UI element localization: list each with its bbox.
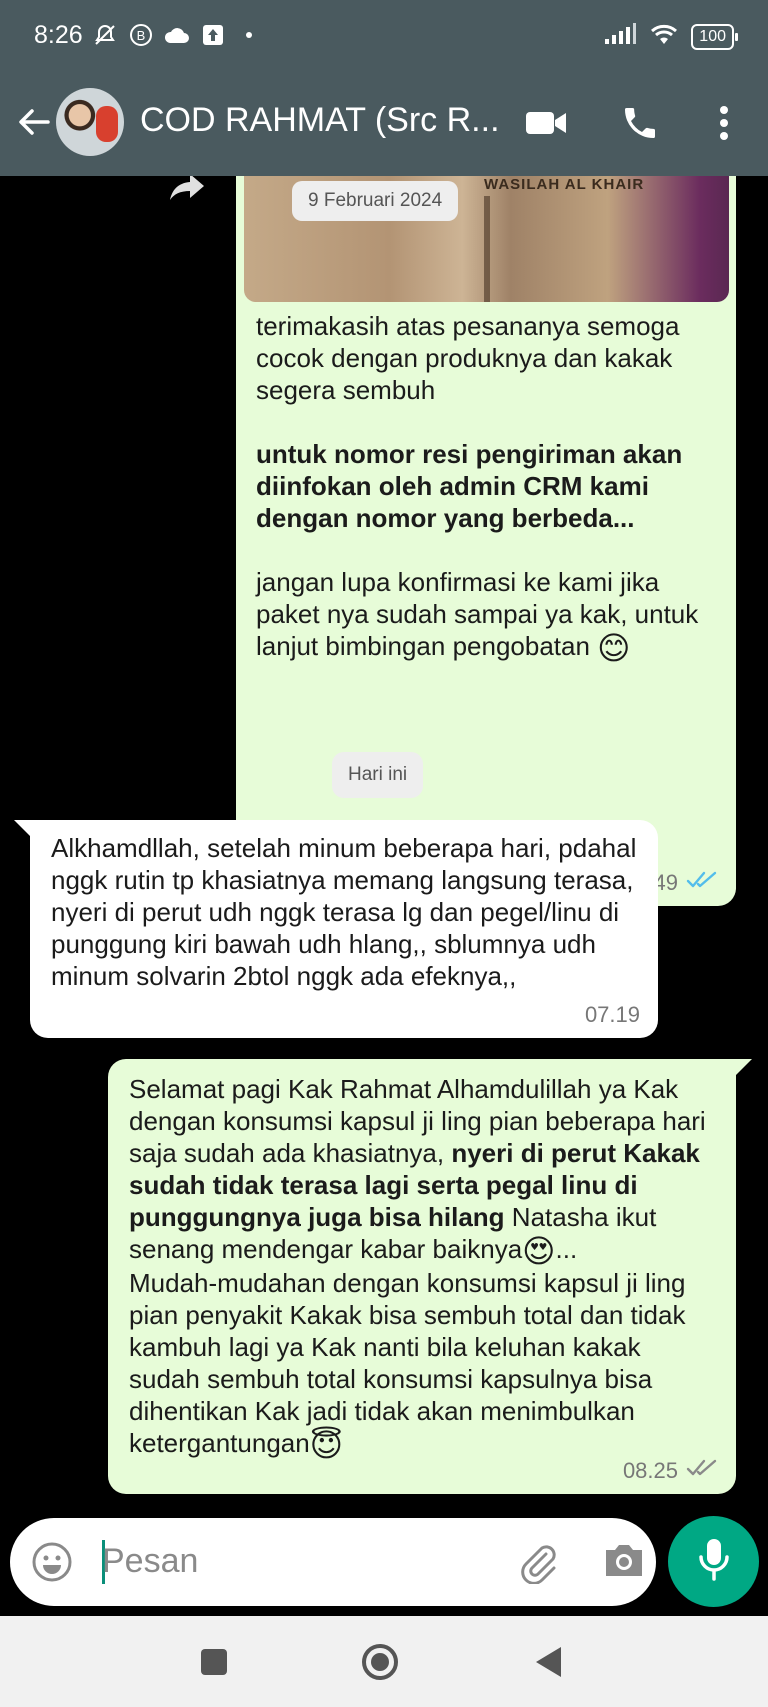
message-text: Alkhamdllah, setelah minum beberapa hari… bbox=[51, 833, 637, 991]
video-call-icon[interactable] bbox=[522, 99, 570, 147]
double-check-icon bbox=[686, 1458, 718, 1484]
signal-icon bbox=[603, 22, 637, 51]
status-right-icons: 100 bbox=[603, 22, 738, 51]
camera-icon[interactable] bbox=[602, 1540, 646, 1584]
outgoing-message[interactable]: Selamat pagi Kak Rahmat Alhamdulillah ya… bbox=[108, 1059, 752, 1494]
status-time: 8:26 bbox=[34, 21, 83, 49]
halo-emoji: 😇 bbox=[309, 1427, 344, 1463]
whatsapp-chat-screen: 8:26 B 100 COD RAHMAT (Src R... WASILAH … bbox=[0, 0, 768, 1707]
chat-header: COD RAHMAT (Src R... bbox=[0, 75, 768, 176]
contact-name[interactable]: COD RAHMAT (Src R... bbox=[140, 101, 500, 140]
message-text: terimakasih atas pesananya semoga cocok … bbox=[256, 310, 716, 664]
emoji-icon[interactable] bbox=[30, 1540, 74, 1584]
heart-eyes-emoji: 😍 bbox=[522, 1233, 556, 1269]
forward-icon[interactable] bbox=[168, 176, 208, 202]
chat-messages[interactable]: WASILAH AL KHAIR terimakasih atas pesana… bbox=[0, 176, 768, 1516]
bubble-tail bbox=[734, 1059, 752, 1077]
message-time: 08.25 bbox=[622, 1458, 678, 1483]
cloud-icon bbox=[164, 22, 190, 48]
outgoing-message[interactable]: WASILAH AL KHAIR terimakasih atas pesana… bbox=[236, 176, 736, 906]
phone-icon[interactable] bbox=[616, 99, 664, 147]
incoming-message[interactable]: Alkhamdllah, setelah minum beberapa hari… bbox=[14, 820, 658, 1038]
date-chip: 9 Februari 2024 bbox=[292, 181, 459, 221]
svg-text:B: B bbox=[137, 28, 146, 43]
home-circle-icon[interactable] bbox=[358, 1640, 402, 1684]
message-meta: 07.19 bbox=[585, 1002, 640, 1028]
message-text: Selamat pagi Kak Rahmat Alhamdulillah ya… bbox=[129, 1074, 706, 1463]
message-paragraph: jangan lupa konfirmasi ke kami jika pake… bbox=[256, 567, 699, 666]
bubble-tail bbox=[14, 820, 32, 838]
dot-icon bbox=[236, 22, 262, 48]
attach-icon[interactable] bbox=[516, 1540, 560, 1585]
system-nav-bar bbox=[0, 1616, 768, 1707]
status-bar: 8:26 B 100 bbox=[0, 0, 768, 75]
message-paragraph: terimakasih atas pesananya semoga cocok … bbox=[256, 311, 680, 405]
back-triangle-icon[interactable] bbox=[526, 1640, 570, 1684]
mic-icon bbox=[697, 1537, 731, 1586]
recents-square-icon[interactable] bbox=[192, 1640, 236, 1684]
voice-record-button[interactable] bbox=[668, 1516, 759, 1607]
wifi-icon bbox=[649, 22, 679, 51]
b-badge-icon: B bbox=[128, 22, 154, 48]
today-chip: Hari ini bbox=[332, 752, 424, 798]
more-vert-icon[interactable] bbox=[700, 99, 748, 147]
message-input[interactable]: Pesan bbox=[102, 1542, 198, 1581]
double-check-icon bbox=[686, 870, 718, 896]
message-time: 07.19 bbox=[584, 1002, 640, 1027]
battery-indicator: 100 bbox=[691, 23, 738, 50]
message-paragraph-bold: untuk nomor resi pengiriman akan diinfok… bbox=[256, 439, 683, 533]
photo-label: WASILAH AL KHAIR bbox=[484, 176, 645, 193]
bell-off-icon bbox=[92, 22, 118, 48]
contact-avatar[interactable] bbox=[56, 88, 124, 156]
message-meta: 08.25 bbox=[623, 1458, 718, 1484]
status-notification-icons: B bbox=[92, 22, 262, 48]
message-input-bar[interactable]: Pesan bbox=[10, 1518, 656, 1606]
upload-icon bbox=[200, 22, 226, 48]
back-arrow-icon[interactable] bbox=[14, 102, 54, 142]
smile-emoji: 😊 bbox=[597, 630, 631, 666]
